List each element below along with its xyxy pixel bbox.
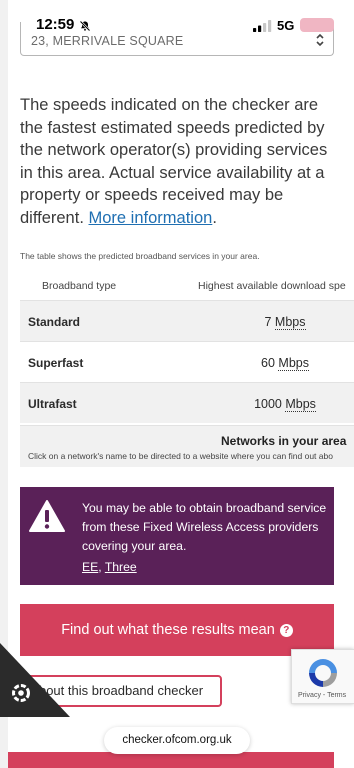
speed-value: 60	[261, 356, 275, 370]
recaptcha-badge[interactable]: Privacy - Terms	[291, 649, 354, 704]
table-row: Ultrafast 1000 Mbps	[20, 382, 354, 423]
footer-strip	[8, 752, 334, 768]
disclaimer-period: .	[212, 208, 217, 227]
speed-disclaimer: The speeds indicated on the checker are …	[20, 94, 338, 229]
address-selected-value: 23, MERRIVALE SQUARE	[31, 34, 184, 48]
table-row: Standard 7 Mbps	[20, 300, 354, 341]
speed-value: 1000	[254, 397, 282, 411]
disclaimer-text: The speeds indicated on the checker are …	[20, 96, 328, 227]
provider-link-ee[interactable]: EE	[82, 560, 98, 574]
signal-bars-icon	[253, 20, 272, 32]
network-type: 5G	[277, 18, 295, 33]
broadband-table: Broadband type Highest available downloa…	[20, 270, 354, 423]
table-row: Superfast 60 Mbps	[20, 341, 354, 382]
fwa-provider-links: EE, Three	[82, 560, 137, 574]
results-button-label: Find out what these results mean	[61, 622, 275, 638]
unit-abbreviation[interactable]: Mbps	[278, 356, 309, 371]
status-bar: 12:59 5G	[0, 0, 354, 33]
networks-section: Networks in your area Click on a network…	[20, 425, 354, 467]
table-caption: The table shows the predicted broadband …	[20, 251, 260, 261]
row-speed: 60 Mbps	[220, 356, 350, 371]
recaptcha-terms-link[interactable]: Terms	[327, 692, 346, 699]
row-speed: 1000 Mbps	[220, 397, 350, 412]
unit-abbreviation[interactable]: Mbps	[285, 397, 316, 412]
speed-value: 7	[264, 315, 272, 329]
cookie-settings-icon[interactable]	[0, 643, 70, 717]
row-type: Standard	[28, 315, 81, 329]
header-download-speed: Highest available download spe	[198, 280, 346, 292]
provider-link-three[interactable]: Three	[105, 560, 137, 574]
networks-hint: Click on a network's name to be directed…	[28, 451, 333, 461]
header-broadband-type: Broadband type	[42, 280, 117, 292]
row-speed: 7 Mbps	[220, 315, 350, 330]
more-information-link[interactable]: More information	[89, 209, 213, 227]
battery-icon	[300, 18, 334, 32]
bell-slash-icon	[79, 20, 91, 32]
browser-url-bar[interactable]: checker.ofcom.org.uk	[104, 727, 250, 754]
status-time: 12:59	[36, 16, 75, 33]
row-type: Ultrafast	[28, 397, 77, 411]
chevron-updown-icon	[316, 33, 324, 47]
fixed-wireless-notice: You may be able to obtain broadband serv…	[20, 487, 334, 585]
unit-abbreviation[interactable]: Mbps	[274, 315, 306, 330]
recaptcha-privacy-link[interactable]: Privacy	[298, 692, 321, 699]
table-header: Broadband type Highest available downloa…	[20, 270, 354, 300]
fwa-message: You may be able to obtain broadband serv…	[82, 501, 327, 553]
recaptcha-logo-icon	[309, 659, 337, 687]
warning-triangle-icon	[29, 500, 65, 532]
recaptcha-links: Privacy - Terms	[298, 692, 346, 699]
row-type: Superfast	[28, 356, 84, 370]
question-circle-icon: ?	[279, 623, 293, 637]
networks-title: Networks in your area	[221, 434, 347, 448]
